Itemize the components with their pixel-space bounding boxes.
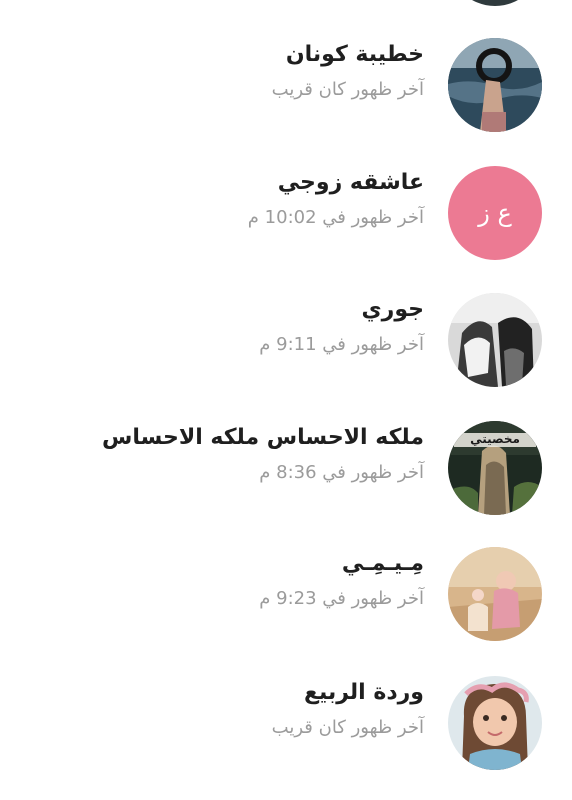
contact-name: جوري (361, 297, 424, 322)
last-seen-status: آخر ظهور في 8:36 م (259, 462, 424, 483)
last-seen-status: آخر ظهور كان قريب (271, 79, 424, 100)
avatar-initials: ع ز (478, 199, 512, 227)
contact-avatar[interactable] (448, 676, 542, 770)
contact-row[interactable]: جوري آخر ظهور في 9:11 م (0, 276, 572, 404)
contacts-screen: خطيبة كونان آخر ظهور كان قريب ع ز عاشقه … (0, 0, 572, 800)
contact-name: ملكه الاحساس ملكه الاحساس (101, 425, 424, 450)
contact-avatar[interactable] (448, 38, 542, 132)
contact-avatar[interactable] (448, 293, 542, 387)
last-seen-status: آخر ظهور كان قريب (271, 717, 424, 738)
contact-avatar[interactable]: ع ز (448, 166, 542, 260)
partial-avatar (448, 0, 542, 6)
contact-name: وردة الربيع (303, 680, 424, 705)
contact-name: خطيبة كونان (285, 42, 424, 67)
contact-name: مِـيـمِـي (341, 551, 424, 576)
contact-name: عاشقه زوجي (277, 170, 424, 195)
contact-row[interactable]: خطيبة كونان آخر ظهور كان قريب (0, 21, 572, 149)
contact-avatar[interactable] (448, 547, 542, 641)
contact-row[interactable]: مِـيـمِـي آخر ظهور في 9:23 م (0, 530, 572, 658)
contact-row[interactable]: مخصيتي ملكه الاحساس ملكه الاحساس آخر ظهو… (0, 404, 572, 532)
last-seen-status: آخر ظهور في 9:11 م (259, 334, 424, 355)
contact-row[interactable]: وردة الربيع آخر ظهور كان قريب (0, 659, 572, 787)
last-seen-status: آخر ظهور في 9:23 م (259, 588, 424, 609)
last-seen-status: آخر ظهور في 10:02 م (247, 207, 424, 228)
contact-row[interactable]: ع ز عاشقه زوجي آخر ظهور في 10:02 م (0, 149, 572, 277)
avatar-caption: مخصيتي (470, 432, 520, 446)
contact-avatar[interactable]: مخصيتي (448, 421, 542, 515)
